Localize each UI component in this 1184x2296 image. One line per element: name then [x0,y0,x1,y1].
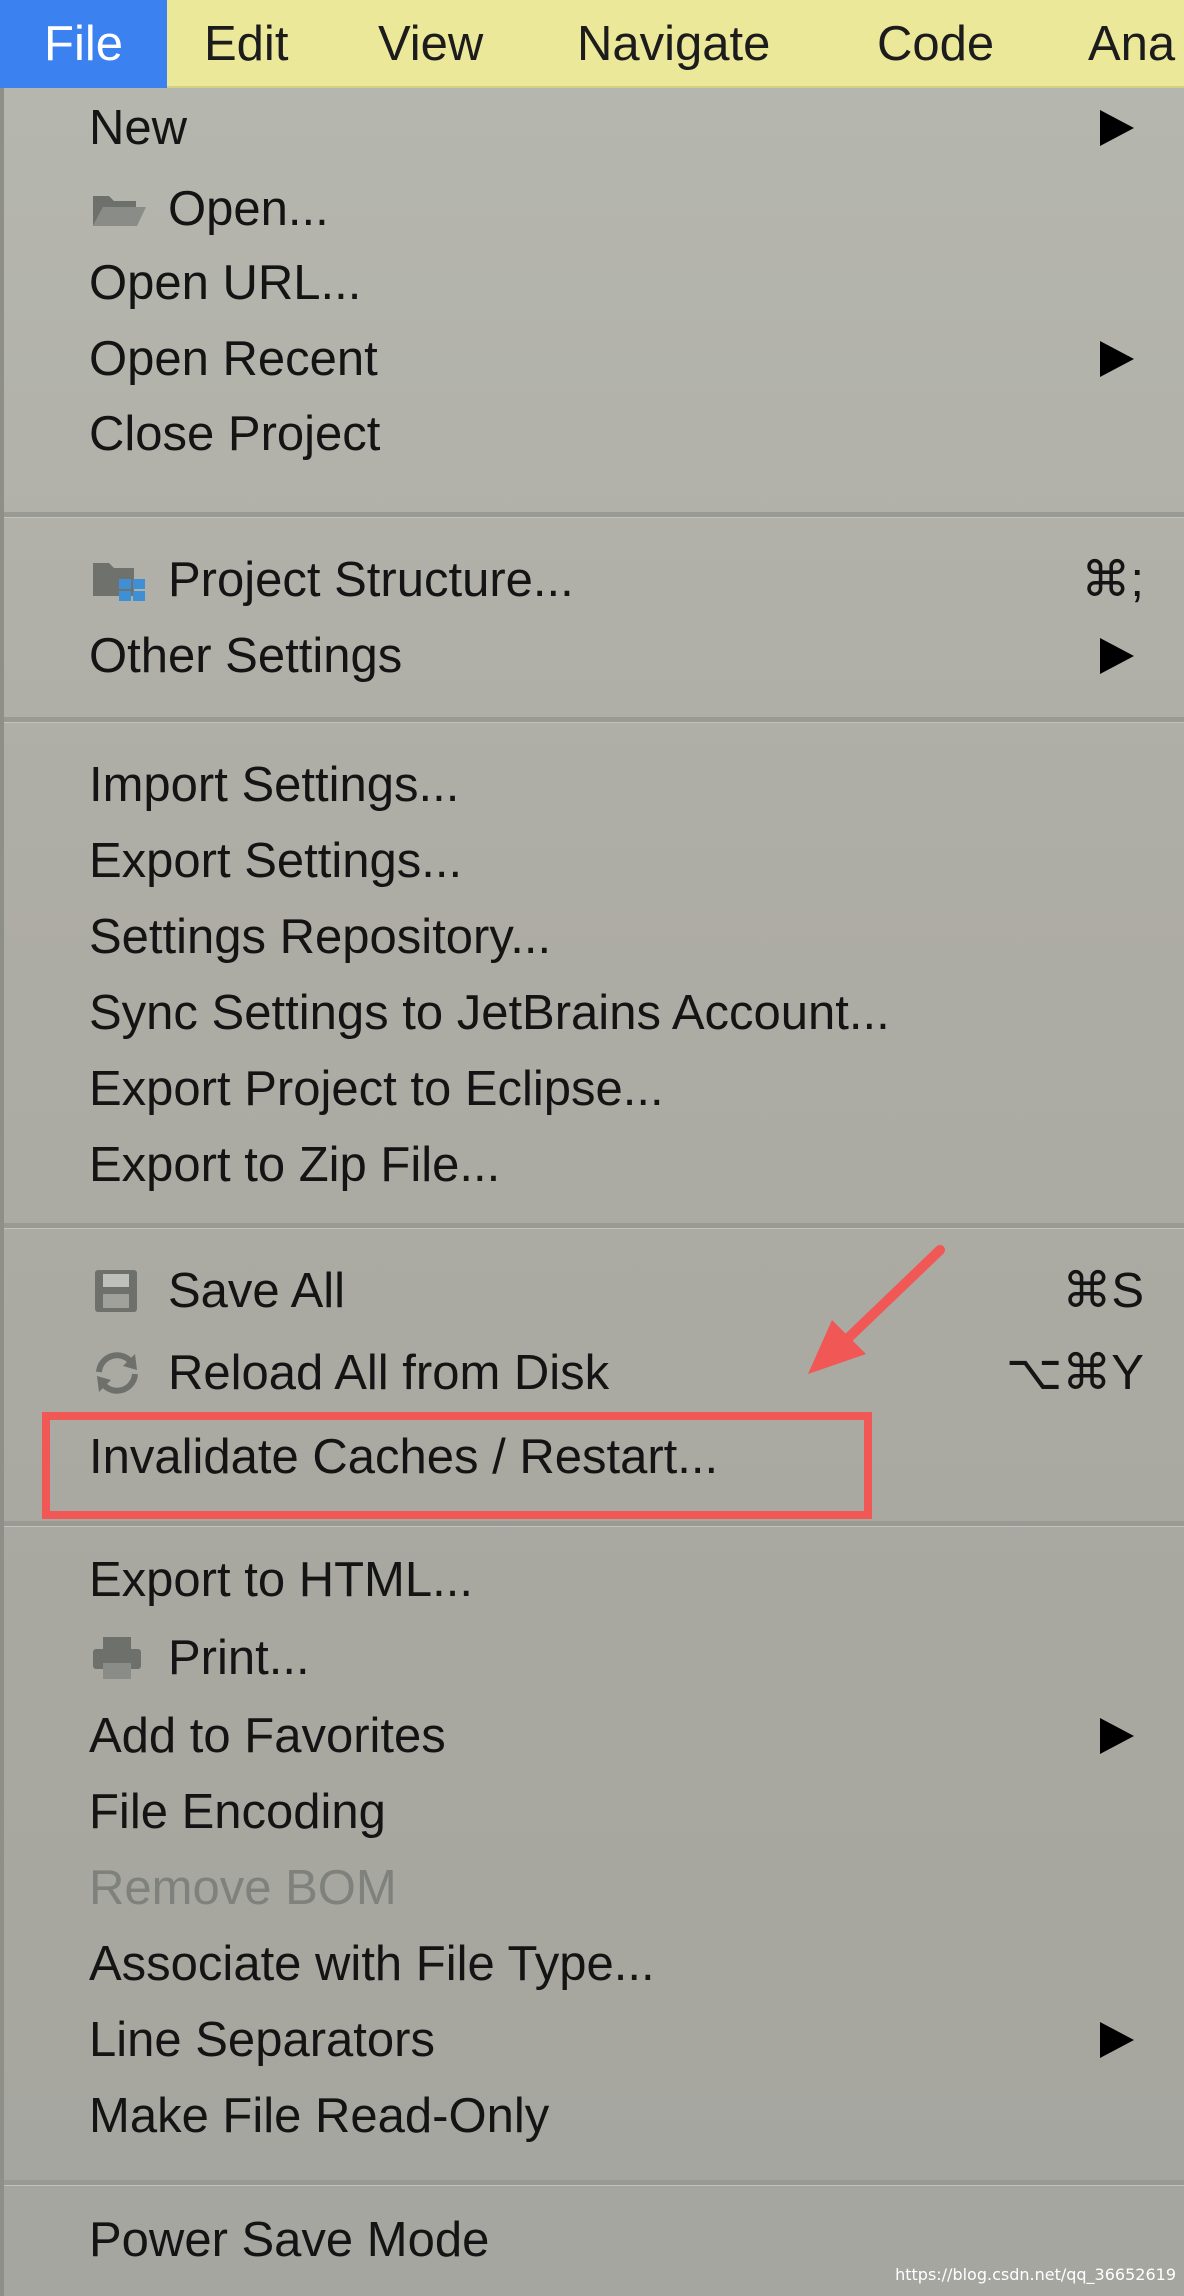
menu-code[interactable]: Code [877,0,994,88]
project-structure-icon [89,557,149,603]
menu-item-label: Make File Read-Only [89,2089,550,2143]
menu-separator [4,512,1184,518]
menu-item-label: Add to Favorites [89,1709,446,1763]
submenu-arrow-icon [1100,341,1134,377]
submenu-arrow-icon [1100,638,1134,674]
submenu-arrow-icon [1100,110,1134,146]
folder-icon [89,186,149,232]
submenu-arrow-icon [1100,2022,1134,2058]
menu-item-label: Settings Repository... [89,910,552,964]
menu-item-label: Remove BOM [89,1861,397,1915]
submenu-arrow-icon [1100,1718,1134,1754]
save-icon [89,1268,149,1314]
reload-icon [89,1350,149,1396]
menu-item-save-all[interactable]: Save All ⌘S [0,1253,1184,1329]
menu-analyze[interactable]: Ana [1088,0,1175,88]
menu-item-settings-repository[interactable]: Settings Repository... [0,899,1184,975]
menu-item-label: Open Recent [89,332,378,386]
menu-item-read-only[interactable]: Make File Read-Only [0,2078,1184,2154]
menu-item-label: Import Settings... [89,758,460,812]
menu-item-remove-bom: Remove BOM [0,1850,1184,1926]
menu-item-invalidate-caches[interactable]: Invalidate Caches / Restart... [0,1419,1184,1495]
menu-item-label: Project Structure... [168,553,574,607]
menu-item-label: Line Separators [89,2013,435,2067]
menu-item-shortcut: ⌘; [1081,553,1144,607]
menu-item-print[interactable]: Print... [0,1620,1184,1696]
menu-item-open-recent[interactable]: Open Recent [0,321,1184,397]
menu-item-export-zip[interactable]: Export to Zip File... [0,1127,1184,1203]
menu-item-label: Print... [168,1631,310,1685]
menu-item-export-html[interactable]: Export to HTML... [0,1542,1184,1618]
menu-item-label: File Encoding [89,1785,386,1839]
menu-item-other-settings[interactable]: Other Settings [0,618,1184,694]
menu-item-label: Other Settings [89,629,403,683]
menu-item-label: Export to HTML... [89,1553,473,1607]
menu-item-label: Open URL... [89,256,362,310]
menu-item-shortcut: ⌘S [1062,1264,1144,1318]
menu-item-label: New [89,101,188,155]
menu-item-label: Associate with File Type... [89,1937,655,1991]
menu-file[interactable]: File [0,0,167,88]
menu-item-sync-settings[interactable]: Sync Settings to JetBrains Account... [0,975,1184,1051]
menu-item-label: Reload All from Disk [168,1346,610,1400]
menu-item-shortcut: ⌥⌘Y [1005,1346,1144,1400]
menu-item-import-settings[interactable]: Import Settings... [0,747,1184,823]
menu-item-new[interactable]: New [0,90,1184,166]
menu-view[interactable]: View [378,0,483,88]
menu-item-associate-file-type[interactable]: Associate with File Type... [0,1926,1184,2002]
menu-item-close-project[interactable]: Close Project [0,396,1184,472]
menu-item-label: Invalidate Caches / Restart... [89,1430,719,1484]
menu-item-export-eclipse[interactable]: Export Project to Eclipse... [0,1051,1184,1127]
menu-item-label: Power Save Mode [89,2213,490,2267]
menu-item-file-encoding[interactable]: File Encoding [0,1774,1184,1850]
menu-item-label: Save All [168,1264,346,1318]
menu-separator [4,1521,1184,1527]
file-menu-dropdown: New Open... Open URL... Open Recent Clos… [0,88,1184,2296]
menu-item-label: Sync Settings to JetBrains Account... [89,986,890,1040]
menu-item-open[interactable]: Open... [0,171,1184,247]
menu-separator [4,2180,1184,2186]
menu-item-label: Open... [168,182,329,236]
menu-separator [4,1223,1184,1229]
menu-item-reload-all[interactable]: Reload All from Disk ⌥⌘Y [0,1335,1184,1411]
menu-item-line-separators[interactable]: Line Separators [0,2002,1184,2078]
printer-icon [89,1635,149,1681]
menu-item-add-to-favorites[interactable]: Add to Favorites [0,1698,1184,1774]
menu-item-open-url[interactable]: Open URL... [0,245,1184,321]
menu-bar: File Edit View Navigate Code Ana [0,0,1184,88]
menu-item-label: Close Project [89,407,381,461]
menu-separator [4,717,1184,723]
menu-item-export-settings[interactable]: Export Settings... [0,823,1184,899]
menu-navigate[interactable]: Navigate [577,0,770,88]
watermark-text: https://blog.csdn.net/qq_36652619 [895,2265,1176,2284]
menu-item-label: Export Settings... [89,834,463,888]
menu-item-project-structure[interactable]: Project Structure... ⌘; [0,542,1184,618]
menu-item-label: Export to Zip File... [89,1138,501,1192]
menu-item-label: Export Project to Eclipse... [89,1062,664,1116]
menu-edit[interactable]: Edit [204,0,288,88]
